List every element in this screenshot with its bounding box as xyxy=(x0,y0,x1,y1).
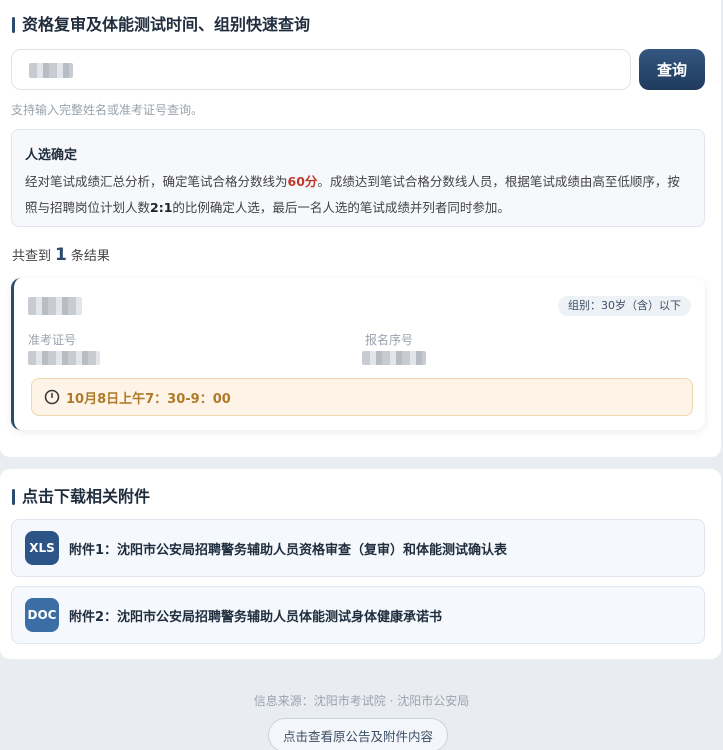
clock-icon xyxy=(44,389,60,405)
search-input[interactable] xyxy=(11,49,631,90)
ticket-number-label: 准考证号 xyxy=(28,333,77,347)
result-count: 共查到 1 条结果 xyxy=(12,245,110,265)
redacted-serial-number xyxy=(362,351,426,365)
group-badge: 组别：30岁（含）以下 xyxy=(558,296,691,316)
attachment-xls[interactable]: XLS 附件1：沈阳市公安局招聘警务辅助人员资格审查（复审）和体能测试确认表 xyxy=(11,519,705,577)
notice-text: 经对笔试成绩汇总分析，确定笔试合格分数线为60分。成绩达到笔试合格分数线人员，根… xyxy=(25,174,680,215)
attachments-section-title: 点击下载相关附件 xyxy=(12,487,150,507)
search-button[interactable]: 查询 xyxy=(639,49,705,90)
pass-score: 60分 xyxy=(287,174,318,189)
info-source: 信息来源：沈阳市考试院 · 沈阳市公安局 xyxy=(253,694,470,708)
query-section-title: 资格复审及体能测试时间、组别快速查询 xyxy=(12,15,310,35)
redacted-search-value xyxy=(29,63,73,78)
redacted-ticket-number xyxy=(28,351,100,365)
time-box: 10月8日上午7：30-9：00 xyxy=(31,378,693,416)
notice-box: 人选确定 经对笔试成绩汇总分析，确定笔试合格分数线为60分。成绩达到笔试合格分数… xyxy=(11,129,705,227)
xls-icon: XLS xyxy=(25,531,59,565)
query-card: 资格复审及体能测试时间、组别快速查询 查询 支持输入完整姓名或准考证号查询。 人… xyxy=(0,0,721,457)
view-original-button[interactable]: 点击查看原公告及附件内容 xyxy=(268,718,448,750)
result-card: 组别：30岁（含）以下 准考证号 报名序号 10月8日上午7：30-9：00 xyxy=(11,278,705,430)
notice-title: 人选确定 xyxy=(25,148,78,163)
search-hint: 支持输入完整姓名或准考证号查询。 xyxy=(11,103,204,117)
ratio: 2:1 xyxy=(150,200,173,215)
attachment-doc[interactable]: DOC 附件2：沈阳市公安局招聘警务辅助人员体能测试身体健康承诺书 xyxy=(11,586,705,644)
redacted-name xyxy=(28,297,82,315)
attachment-label: 附件1：沈阳市公安局招聘警务辅助人员资格审查（复审）和体能测试确认表 xyxy=(69,542,508,558)
serial-number-label: 报名序号 xyxy=(365,333,414,347)
attachments-card: 点击下载相关附件 XLS 附件1：沈阳市公安局招聘警务辅助人员资格审查（复审）和… xyxy=(0,469,721,659)
doc-icon: DOC xyxy=(25,598,59,632)
test-time: 10月8日上午7：30-9：00 xyxy=(66,391,231,407)
attachment-label: 附件2：沈阳市公安局招聘警务辅助人员体能测试身体健康承诺书 xyxy=(69,609,443,625)
